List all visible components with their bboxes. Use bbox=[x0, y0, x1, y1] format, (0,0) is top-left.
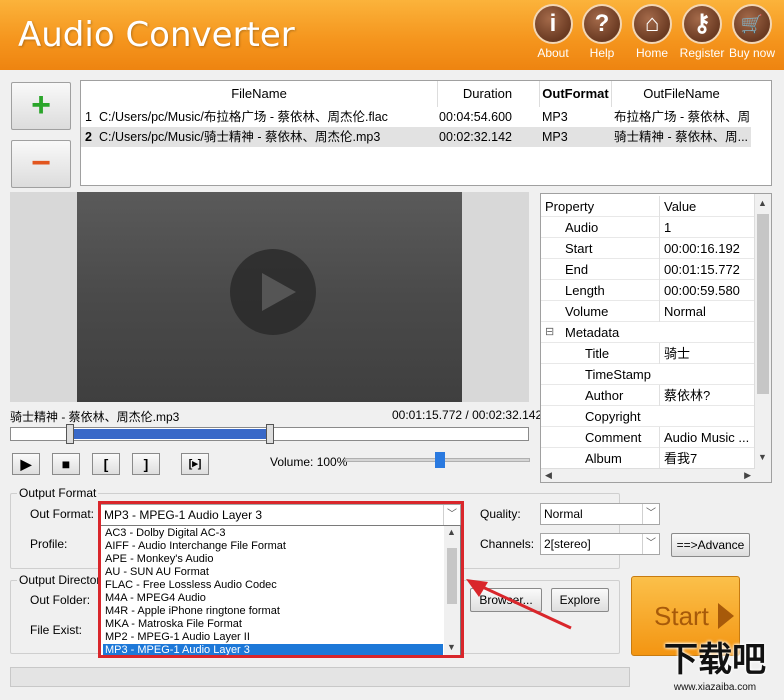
seek-bar[interactable] bbox=[10, 424, 529, 444]
property-row[interactable]: Volume Normal bbox=[541, 301, 755, 322]
add-file-button[interactable]: + bbox=[11, 82, 71, 130]
browse-button[interactable]: Browser... bbox=[470, 588, 542, 612]
mark-start-button[interactable]: [ bbox=[92, 453, 120, 475]
play-button[interactable]: ▶ bbox=[12, 453, 40, 475]
property-row[interactable]: Length 00:00:59.580 bbox=[541, 280, 755, 301]
register-button[interactable]: ⚷ Register bbox=[677, 4, 727, 66]
property-row[interactable]: Start 00:00:16.192 bbox=[541, 238, 755, 259]
mark-end-button[interactable]: ] bbox=[132, 453, 160, 475]
column-outfilename[interactable]: OutFileName bbox=[611, 81, 751, 107]
property-row[interactable]: Author 蔡依林? bbox=[541, 385, 755, 406]
table-row[interactable]: 2 C:/Users/pc/Music/骑士精神 - 蔡依林、周杰伦.mp3 0… bbox=[81, 127, 751, 147]
explore-button[interactable]: Explore bbox=[551, 588, 609, 612]
range-end-handle[interactable] bbox=[265, 424, 274, 444]
property-hscroll[interactable]: ◀ ▶ bbox=[541, 468, 755, 482]
track-name: 骑士精神 - 蔡依林、周杰伦.mp3 bbox=[10, 410, 180, 424]
app-header: Audio Converter i About ? Help ⌂ Home ⚷ Regi… bbox=[0, 0, 784, 70]
collapse-icon[interactable]: ⊟ bbox=[545, 322, 554, 343]
volume-thumb[interactable] bbox=[434, 452, 445, 468]
play-overlay-icon[interactable] bbox=[230, 249, 316, 335]
range-start-handle[interactable] bbox=[66, 424, 74, 444]
scroll-thumb[interactable] bbox=[757, 214, 769, 394]
property-grid[interactable]: Property Value Audio 1 Start 00:00:16.192 End… bbox=[540, 193, 772, 483]
volume-label: Volume: 100% bbox=[270, 455, 348, 469]
property-row[interactable]: Title 骑士 bbox=[541, 343, 755, 364]
property-row[interactable]: Copyright bbox=[541, 406, 755, 427]
buy-now-button[interactable]: 🛒 Buy now bbox=[727, 4, 777, 66]
table-row[interactable]: 1 C:/Users/pc/Music/布拉格广场 - 蔡依林、周杰伦.flac… bbox=[81, 107, 751, 127]
chevron-down-icon: ﹀ bbox=[642, 504, 659, 524]
file-list[interactable]: FileName Duration OutFormat OutFileName … bbox=[80, 80, 772, 186]
quality-select[interactable]: Normal ﹀ bbox=[540, 503, 660, 525]
property-scrollbar[interactable]: ▲ ▼ bbox=[754, 194, 771, 482]
video-preview[interactable] bbox=[10, 192, 529, 402]
cart-icon: 🛒 bbox=[732, 4, 772, 44]
column-duration[interactable]: Duration bbox=[437, 81, 537, 107]
info-icon: i bbox=[533, 4, 573, 44]
help-button[interactable]: ? Help bbox=[577, 4, 627, 66]
volume-slider[interactable] bbox=[345, 452, 530, 470]
help-icon: ? bbox=[582, 4, 622, 44]
property-row[interactable]: Comment Audio Music ... bbox=[541, 427, 755, 448]
property-row[interactable]: Album 看我7 bbox=[541, 448, 755, 469]
advance-button[interactable]: ==>Advance bbox=[671, 533, 750, 557]
play-arrow-icon bbox=[718, 603, 734, 629]
play-selection-button[interactable]: [▸] bbox=[181, 453, 209, 475]
status-bar bbox=[10, 667, 630, 687]
property-row[interactable]: ⊟ Metadata bbox=[541, 322, 755, 343]
property-row[interactable]: End 00:01:15.772 bbox=[541, 259, 755, 280]
channels-select[interactable]: 2[stereo] ﹀ bbox=[540, 533, 660, 555]
about-button[interactable]: i About bbox=[528, 4, 578, 66]
stop-button[interactable]: ■ bbox=[52, 453, 80, 475]
seek-range bbox=[70, 429, 271, 439]
key-icon: ⚷ bbox=[682, 4, 722, 44]
property-row[interactable]: Audio 1 bbox=[541, 217, 755, 238]
app-title: Audio Converter bbox=[18, 15, 295, 55]
home-button[interactable]: ⌂ Home bbox=[627, 4, 677, 66]
chevron-down-icon: ﹀ bbox=[642, 534, 659, 554]
watermark-logo: 下载吧 www.xiazaiba.com bbox=[664, 641, 766, 693]
annotation-highlight-box bbox=[98, 501, 464, 658]
property-row[interactable]: TimeStamp bbox=[541, 364, 755, 385]
remove-file-button[interactable]: − bbox=[11, 140, 71, 188]
time-readout: 00:01:15.772 / 00:02:32.142 bbox=[392, 408, 543, 422]
column-filename[interactable]: FileName bbox=[81, 81, 437, 107]
column-outformat[interactable]: OutFormat bbox=[539, 81, 611, 107]
home-icon: ⌂ bbox=[632, 4, 672, 44]
